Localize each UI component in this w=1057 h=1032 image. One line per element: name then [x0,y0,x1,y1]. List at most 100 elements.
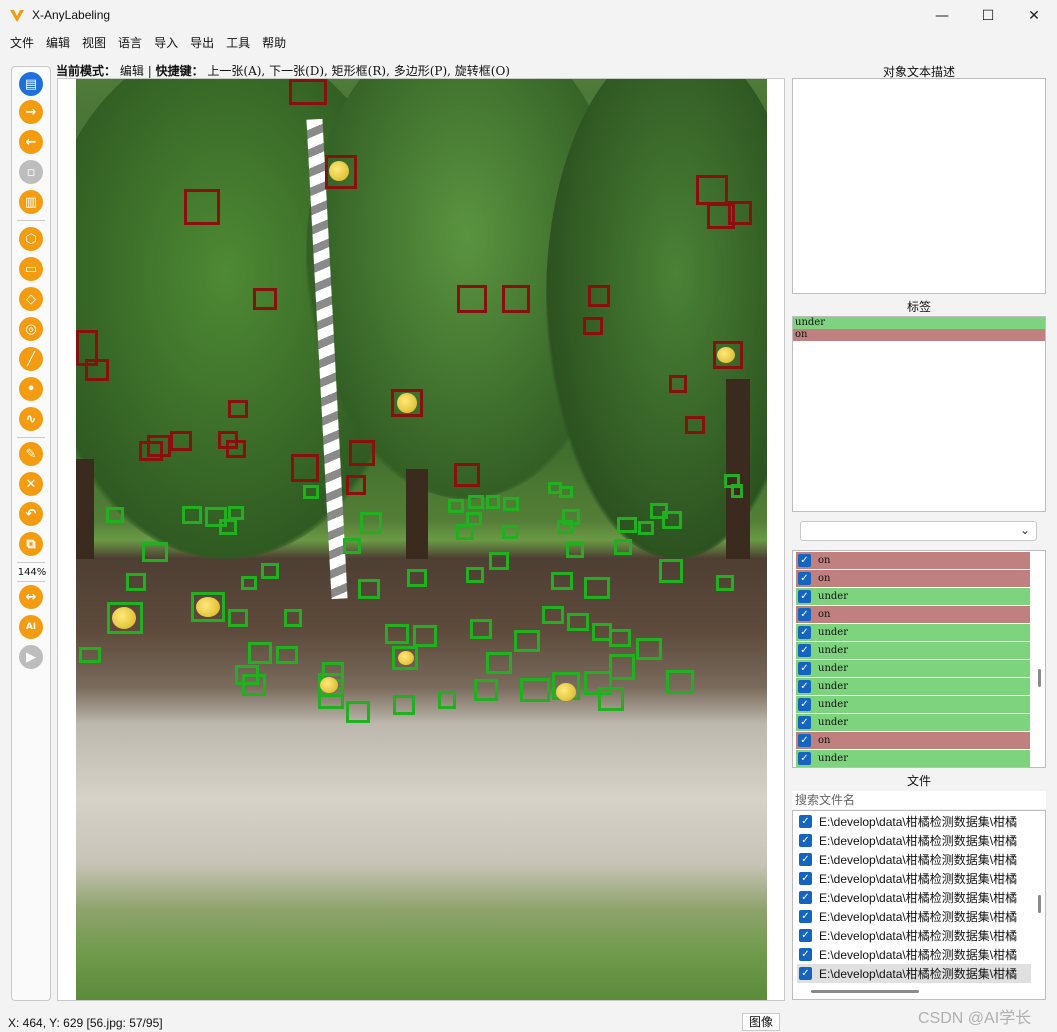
bbox-on[interactable] [170,431,192,451]
bbox-on[interactable] [502,285,530,313]
bbox-on[interactable] [85,359,109,381]
bbox-on[interactable] [583,317,603,335]
bbox-under[interactable] [542,606,564,624]
checkbox-icon[interactable]: ✓ [799,910,812,923]
menu-export[interactable]: 导出 [184,32,220,54]
bbox-under[interactable] [636,638,662,660]
bbox-under[interactable] [182,506,202,524]
bbox-under[interactable] [514,630,540,652]
zoom-level[interactable]: 144% [12,567,52,578]
point-icon[interactable]: • [19,377,43,401]
bbox-under[interactable] [566,542,584,558]
menu-tools[interactable]: 工具 [220,32,256,54]
checkbox-icon[interactable]: ✓ [799,815,812,828]
annotation-item[interactable]: ✓ on [796,552,1030,569]
bbox-under[interactable] [393,695,415,715]
circle-icon[interactable]: ◎ [19,317,43,341]
annotation-item[interactable]: ✓ under [796,588,1030,605]
file-item[interactable]: ✓ E:\develop\data\柑橘检测数据集\柑橘 [797,850,1031,869]
bbox-under[interactable] [219,519,237,535]
checkbox-icon[interactable]: ✓ [798,644,811,657]
next-image-icon[interactable]: → [19,100,43,124]
edit-icon[interactable]: ✎ [19,442,43,466]
delete-shape-icon[interactable]: ✕ [19,472,43,496]
menu-language[interactable]: 语言 [112,32,148,54]
bbox-under[interactable] [413,625,437,647]
checkbox-icon[interactable]: ✓ [799,872,812,885]
file-item[interactable]: ✓ E:\develop\data\柑橘检测数据集\柑橘 [797,869,1031,888]
bbox-under[interactable] [106,507,124,523]
bbox-under[interactable] [358,579,380,599]
polygon-icon[interactable]: ⬡ [19,227,43,251]
bbox-on[interactable] [139,441,163,461]
bbox-under[interactable] [617,517,637,533]
close-button[interactable]: ✕ [1011,0,1057,32]
label-item-on[interactable]: on [793,329,1045,341]
checkbox-icon[interactable]: ✓ [798,572,811,585]
annotation-item[interactable]: ✓ on [796,570,1030,587]
checkbox-icon[interactable]: ✓ [798,554,811,567]
bbox-under[interactable] [407,569,427,587]
ai-icon[interactable]: AI [19,615,43,639]
bbox-under[interactable] [346,701,370,723]
bbox-under[interactable] [659,559,683,583]
checkbox-icon[interactable]: ✓ [798,680,811,693]
bbox-under[interactable] [385,624,409,644]
bbox-on[interactable] [685,416,705,434]
fit-width-icon[interactable]: ↔ [19,585,43,609]
checkbox-icon[interactable]: ✓ [798,608,811,621]
label-item-under[interactable]: under [793,317,1045,329]
bbox-under[interactable] [284,609,302,627]
annotation-item[interactable]: ✓ under [796,624,1030,641]
annotation-item[interactable]: ✓ under [796,660,1030,677]
bbox-under[interactable] [609,629,631,647]
bbox-on[interactable] [696,175,728,205]
bbox-on[interactable] [346,475,366,495]
bbox-under[interactable] [584,577,610,599]
image-tab[interactable]: 图像 [742,1013,780,1031]
checkbox-icon[interactable]: ✓ [798,626,811,639]
annotation-item[interactable]: ✓ under [796,750,1030,767]
bbox-under[interactable] [276,646,298,664]
file-list-hscrollbar[interactable] [811,990,919,993]
bbox-on[interactable] [728,201,752,225]
bbox-under[interactable] [360,512,382,534]
checkbox-icon[interactable]: ✓ [798,716,811,729]
checkbox-icon[interactable]: ✓ [799,853,812,866]
checkbox-icon[interactable]: ✓ [799,929,812,942]
bbox-under[interactable] [466,567,484,583]
bbox-under[interactable] [503,497,519,511]
bbox-on[interactable] [184,189,220,225]
bbox-under[interactable] [662,511,682,529]
file-item[interactable]: ✓ E:\develop\data\柑橘检测数据集\柑橘 [797,907,1031,926]
bbox-under[interactable] [474,679,498,701]
bbox-under[interactable] [520,678,550,702]
checkbox-icon[interactable]: ✓ [798,662,811,675]
bbox-under[interactable] [248,642,272,664]
file-search-input[interactable]: 搜索文件名 [792,791,1046,809]
annotation-scrollbar[interactable] [1038,669,1041,687]
bbox-under[interactable] [716,575,734,591]
bbox-on[interactable] [228,400,248,418]
annotation-item[interactable]: ✓ on [796,732,1030,749]
file-item[interactable]: ✓ E:\develop\data\柑橘检测数据集\柑橘 [797,926,1031,945]
maximize-button[interactable]: ☐ [965,0,1011,32]
file-item[interactable]: ✓ E:\develop\data\柑橘检测数据集\柑橘 [797,888,1031,907]
file-list[interactable]: ✓ E:\develop\data\柑橘检测数据集\柑橘 ✓ E:\develop\… [792,810,1046,1000]
bbox-under[interactable] [614,539,632,555]
bbox-under[interactable] [79,647,101,663]
bbox-under[interactable] [142,542,168,562]
bbox-under[interactable] [486,652,512,674]
label-filter-dropdown[interactable]: ⌄ [800,521,1037,541]
copy-edit-icon[interactable]: ⧉ [19,532,43,556]
bbox-under[interactable] [261,563,279,579]
file-item[interactable]: ✓ E:\develop\data\柑橘检测数据集\柑橘 [797,812,1031,831]
file-list-scrollbar[interactable] [1038,895,1041,913]
bbox-under[interactable] [470,619,492,639]
file-item[interactable]: ✓ E:\develop\data\柑橘检测数据集\柑橘 [797,945,1031,964]
bbox-under[interactable] [228,609,248,627]
bbox-under[interactable] [559,486,573,498]
checkbox-icon[interactable]: ✓ [798,698,811,711]
menu-view[interactable]: 视图 [76,32,112,54]
bbox-under[interactable] [242,674,266,696]
